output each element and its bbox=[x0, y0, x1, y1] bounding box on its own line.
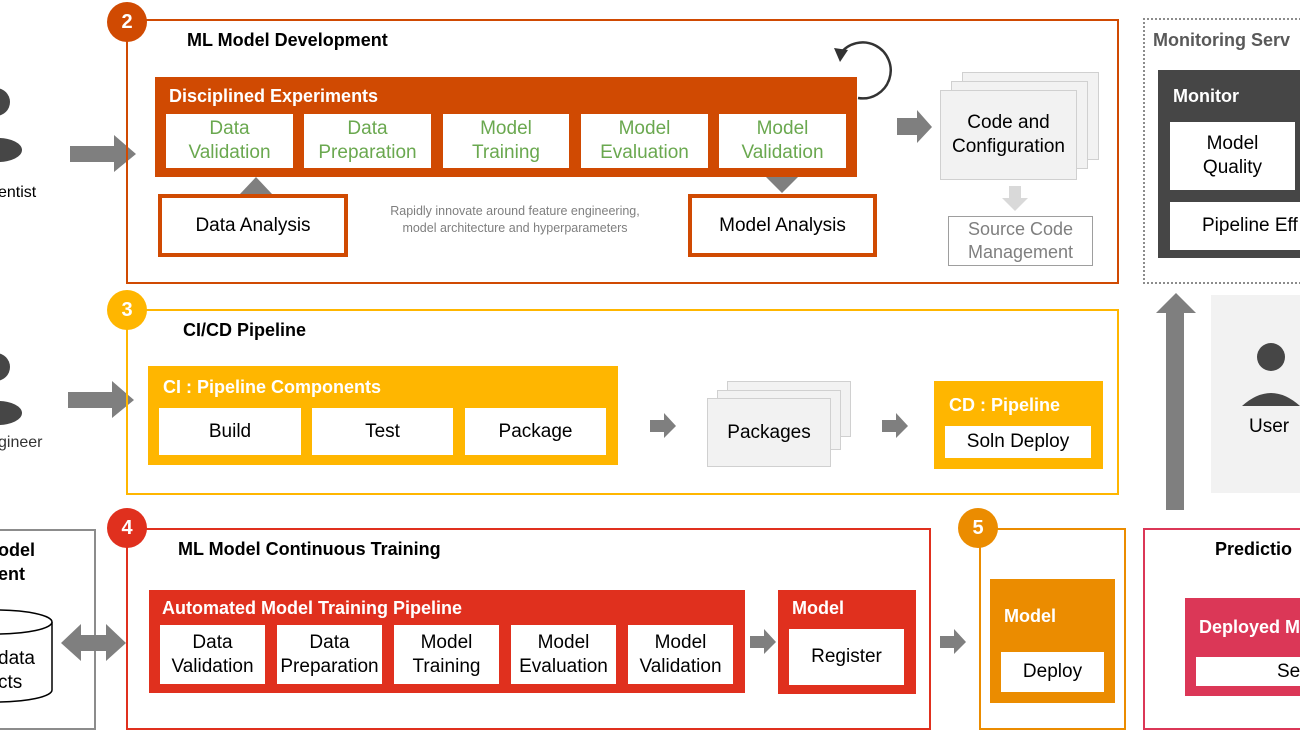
data-scientist-person-icon bbox=[0, 88, 22, 162]
ml-engineer-person-icon bbox=[0, 353, 22, 425]
arrow-down-icon bbox=[1002, 186, 1028, 211]
model-quality-box: Model Quality bbox=[1170, 122, 1295, 190]
loop-arrow-icon bbox=[834, 41, 892, 100]
step-model-training: Model Training bbox=[394, 625, 499, 684]
pipeline-efficiency-box: Pipeline Eff bbox=[1170, 202, 1300, 250]
step-data-validation: Data Validation bbox=[166, 114, 293, 168]
model-management-title-line2: ent bbox=[0, 564, 25, 584]
model-management-title-line1: odel bbox=[0, 540, 36, 560]
package-box: Package bbox=[465, 408, 606, 455]
build-box: Build bbox=[159, 408, 301, 455]
step-model-validation: Model Validation bbox=[719, 114, 846, 168]
step-badge-2: 2 bbox=[107, 2, 147, 42]
source-code-management-box: Source Code Management bbox=[948, 216, 1093, 266]
automated-pipeline-title: Automated Model Training Pipeline bbox=[162, 598, 463, 618]
data-scientist-label: entist bbox=[0, 184, 37, 201]
section-title: ML Model Continuous Training bbox=[178, 539, 441, 559]
arrow-right-icon bbox=[882, 413, 908, 438]
dev-caption: Rapidly innovate around feature engineer… bbox=[390, 204, 640, 235]
data-analysis-box: Data Analysis bbox=[158, 194, 348, 257]
prediction-title: Predictio bbox=[1215, 539, 1293, 559]
ml-engineer-label: gineer bbox=[0, 434, 43, 451]
user-person-icon bbox=[1242, 343, 1300, 406]
code-and-configuration-doc: Code and Configuration bbox=[940, 90, 1077, 180]
step-model-training: Model Training bbox=[443, 114, 569, 168]
double-arrow-icon bbox=[61, 624, 126, 661]
cylinder-label-line1: data bbox=[0, 648, 35, 669]
step-badge-4: 4 bbox=[107, 508, 147, 548]
section-title: CI/CD Pipeline bbox=[183, 320, 307, 340]
monitor-title: Monitor bbox=[1173, 86, 1239, 106]
arrow-up-icon bbox=[1156, 293, 1196, 510]
section-title: ML Model Development bbox=[187, 30, 388, 50]
step-data-preparation: Data Preparation bbox=[277, 625, 382, 684]
register-box: Register bbox=[789, 629, 904, 685]
arrow-right-icon bbox=[940, 629, 966, 654]
test-box: Test bbox=[312, 408, 453, 455]
step-badge-5: 5 bbox=[958, 508, 998, 548]
triangle-up-icon bbox=[240, 177, 272, 194]
soln-deploy-box: Soln Deploy bbox=[945, 426, 1091, 458]
step-badge-3: 3 bbox=[107, 290, 147, 330]
arrow-right-icon bbox=[650, 413, 676, 438]
model-analysis-box: Model Analysis bbox=[688, 194, 877, 257]
triangle-down-icon bbox=[766, 177, 798, 193]
model-register-title: Model bbox=[792, 598, 844, 618]
packages-doc: Packages bbox=[707, 398, 831, 467]
ci-title: CI : Pipeline Components bbox=[163, 377, 382, 397]
cylinder-label-line2: cts bbox=[0, 672, 23, 693]
step-data-preparation: Data Preparation bbox=[304, 114, 431, 168]
cd-title: CD : Pipeline bbox=[949, 395, 1061, 415]
arrow-right-icon bbox=[897, 110, 932, 143]
monitoring-title: Monitoring Serv bbox=[1153, 30, 1291, 50]
user-label: User bbox=[1249, 416, 1290, 437]
step-model-validation: Model Validation bbox=[628, 625, 733, 684]
step-model-evaluation: Model Evaluation bbox=[511, 625, 616, 684]
disciplined-experiments-title: Disciplined Experiments bbox=[169, 86, 379, 106]
deployed-model-title: Deployed M bbox=[1199, 617, 1300, 637]
arrow-right-icon bbox=[750, 629, 776, 654]
serve-box: Se bbox=[1196, 657, 1300, 686]
step-model-evaluation: Model Evaluation bbox=[581, 114, 708, 168]
step-data-validation: Data Validation bbox=[160, 625, 265, 684]
deploy-box: Deploy bbox=[1001, 652, 1104, 692]
model-deploy-title: Model bbox=[1004, 606, 1056, 626]
